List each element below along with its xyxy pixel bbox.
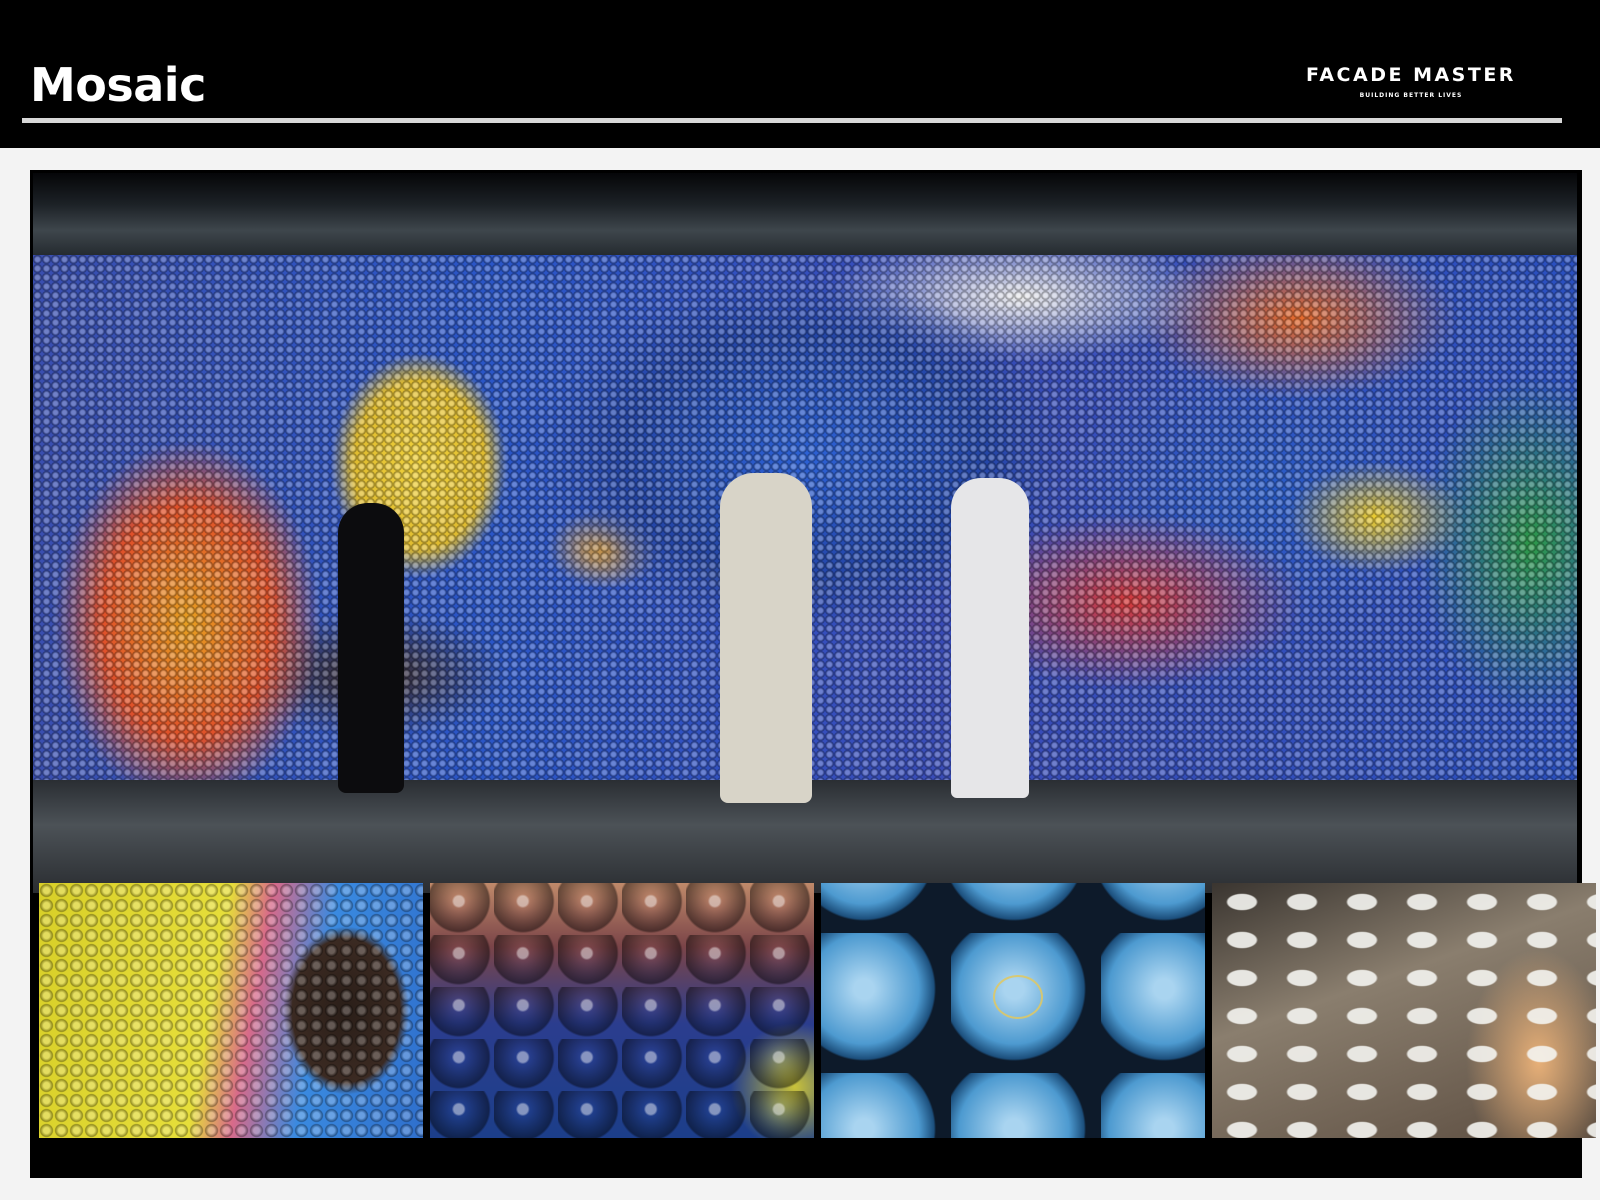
header-bar: Mosaic FACADE MASTER BUILDING BETTER LIV… bbox=[0, 0, 1600, 148]
visitor-figure bbox=[338, 503, 404, 793]
ceiling bbox=[33, 173, 1577, 255]
thumbnail-photo-1 bbox=[39, 883, 423, 1138]
header-divider bbox=[22, 118, 1562, 123]
thumbnail-photo-3 bbox=[821, 883, 1205, 1138]
logo-tagline: BUILDING BETTER LIVES bbox=[1359, 92, 1463, 99]
visitor-figure bbox=[720, 473, 812, 803]
thumbnail-photo-4 bbox=[1212, 883, 1596, 1138]
logo-name: FACADE MASTER bbox=[1306, 64, 1516, 86]
visitor-figure bbox=[951, 478, 1029, 798]
ball-print-mark bbox=[993, 975, 1043, 1019]
photo-frame bbox=[30, 170, 1596, 1178]
main-mosaic-photo bbox=[33, 173, 1577, 893]
thumbnail-photo-2 bbox=[430, 883, 814, 1138]
page-title: Mosaic bbox=[30, 58, 206, 112]
brand-logo: FACADE MASTER BUILDING BETTER LIVES bbox=[1284, 64, 1538, 99]
